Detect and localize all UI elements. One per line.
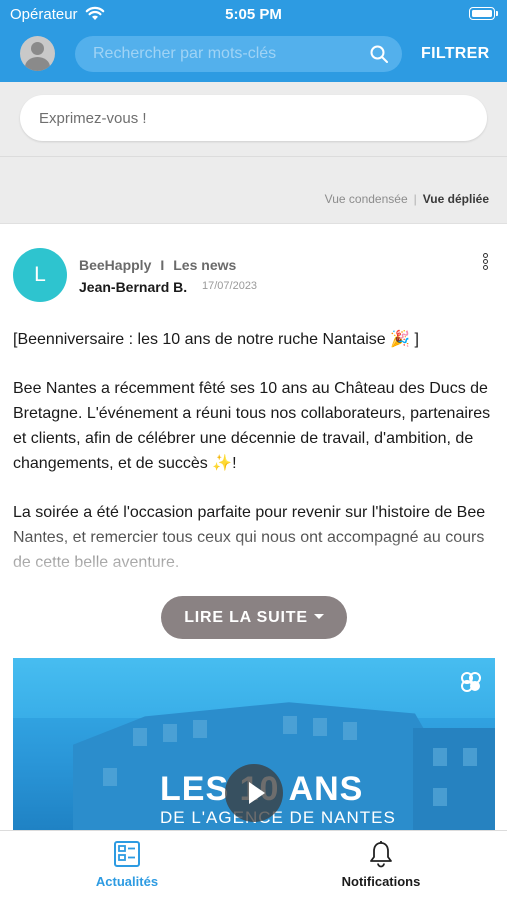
avatar-body-shape — [25, 57, 50, 71]
newspaper-icon — [114, 841, 140, 867]
post-community[interactable]: BeeHapply — [79, 257, 151, 273]
view-expanded-link[interactable]: Vue dépliée — [423, 192, 489, 206]
video-window — [133, 728, 147, 746]
search-input[interactable] — [93, 36, 363, 72]
play-button[interactable] — [225, 764, 283, 822]
video-window — [283, 716, 297, 734]
divider — [0, 156, 507, 157]
post-composer-input[interactable]: Exprimez-vous ! — [20, 95, 487, 141]
post-paragraph: Bee Nantes a récemment fêté ses 10 ans a… — [13, 380, 491, 472]
post-author-avatar[interactable]: L — [13, 248, 67, 302]
view-condensed-link[interactable]: Vue condensée — [325, 192, 408, 206]
status-bar: Opérateur 5:05 PM — [0, 0, 507, 28]
video-subtitle: DE L'AGENCE DE NANTES — [160, 808, 396, 827]
video-building-right — [413, 728, 495, 830]
video-window — [343, 722, 357, 740]
text-fade-overlay — [0, 520, 507, 595]
tab-actualites[interactable]: Actualités — [0, 831, 254, 900]
read-more-label: LIRE LA SUITE — [184, 609, 308, 626]
video-window — [433, 748, 447, 766]
search-icon[interactable] — [370, 45, 388, 63]
tab-label: Notifications — [341, 874, 421, 889]
caret-down-icon — [313, 613, 324, 619]
video-window — [433, 788, 447, 806]
post-paragraph: [Beenniversaire : les 10 ans de notre ru… — [13, 331, 419, 348]
filter-button[interactable]: FILTRER — [421, 45, 489, 63]
bottom-tab-bar: Actualités Notifications — [0, 830, 507, 900]
bell-icon — [370, 841, 392, 868]
app-header: Opérateur 5:05 PM FILTRER — [0, 0, 507, 82]
tab-label: Actualités — [95, 874, 159, 889]
composer-area: Exprimez-vous ! Vue condensée | Vue déplié… — [0, 82, 507, 224]
more-options-icon[interactable] — [480, 253, 490, 271]
video-window — [193, 720, 207, 738]
video-window — [313, 718, 327, 736]
view-toggle: Vue condensée | Vue dépliée — [325, 192, 489, 206]
meta-separator: I — [160, 257, 165, 273]
brand-logo-icon — [461, 672, 481, 692]
post-date: 17/07/2023 — [202, 280, 258, 292]
video-window — [163, 724, 177, 742]
video-window — [103, 768, 117, 786]
user-avatar[interactable] — [20, 36, 55, 71]
status-time: 5:05 PM — [225, 6, 282, 23]
tab-notifications[interactable]: Notifications — [254, 831, 507, 900]
read-more-button[interactable]: LIRE LA SUITE — [161, 596, 347, 639]
post-author-name[interactable]: Jean-Bernard B. — [79, 279, 187, 295]
battery-icon — [469, 7, 498, 20]
view-separator: | — [413, 192, 417, 206]
avatar-head-shape — [31, 42, 44, 55]
video-window — [463, 748, 477, 766]
video-thumbnail[interactable]: LES 10 ANS DE L'AGENCE DE NANTES — [13, 658, 495, 830]
post-context: BeeHapply I Les news — [79, 257, 236, 273]
post-channel[interactable]: Les news — [173, 257, 236, 273]
search-bar[interactable] — [75, 36, 402, 72]
